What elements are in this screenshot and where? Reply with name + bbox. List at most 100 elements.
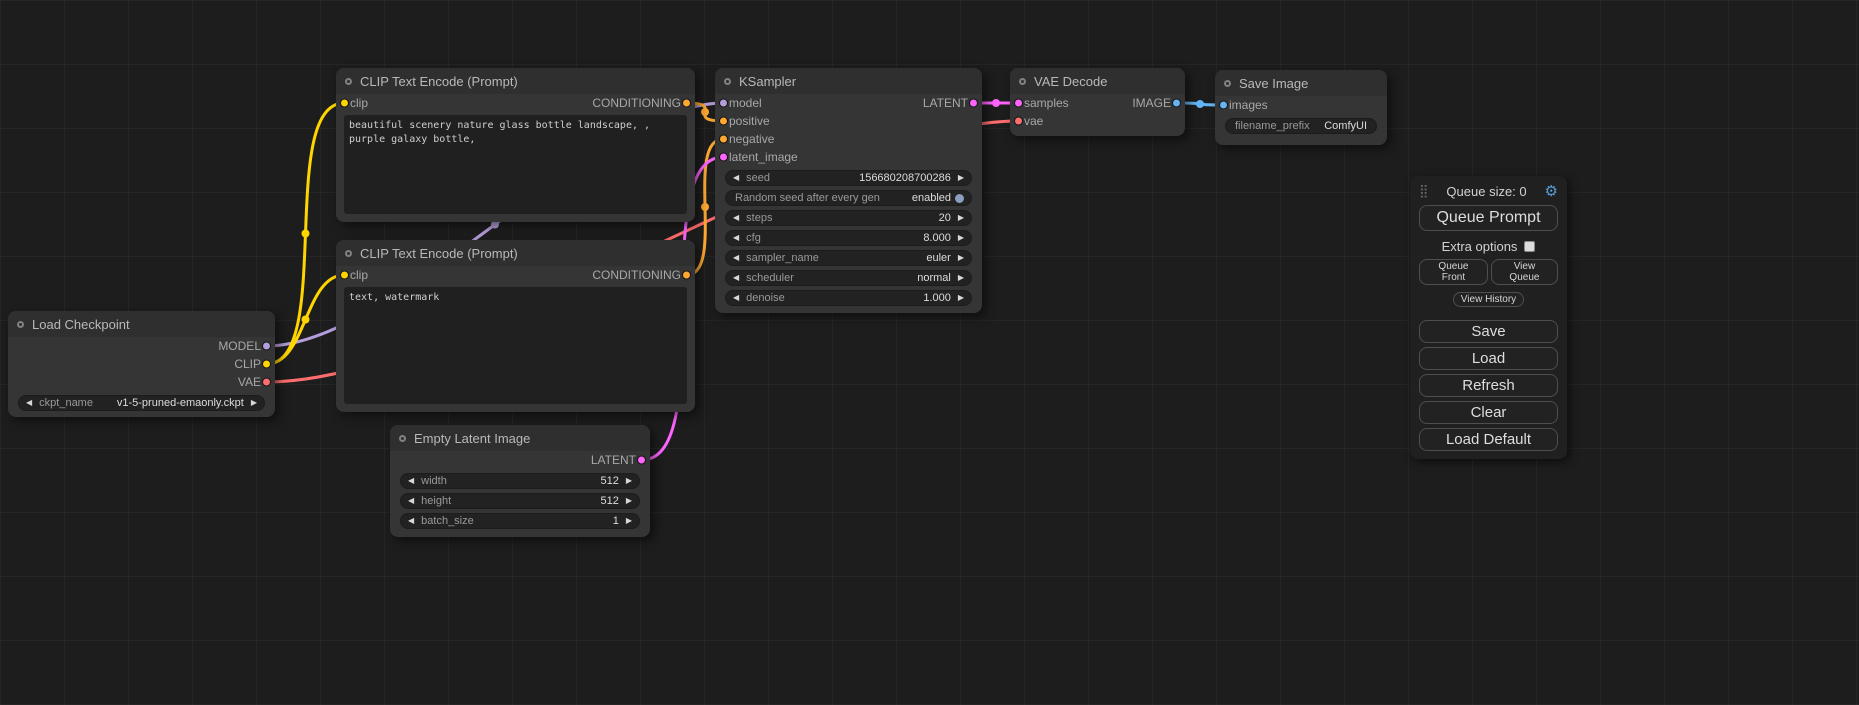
widget-sampler-name[interactable]: sampler_name euler	[725, 250, 972, 266]
widget-width[interactable]: width 512	[400, 473, 640, 489]
node-load-checkpoint[interactable]: Load Checkpoint MODEL CLIP VAE ckpt_name…	[8, 311, 275, 417]
slot-row: images	[1215, 96, 1387, 114]
input-label-negative: negative	[729, 132, 774, 146]
node-vae-decode[interactable]: VAE Decode samples IMAGE vae	[1010, 68, 1185, 136]
port-conditioning-output[interactable]	[682, 99, 691, 108]
increment-arrow-icon[interactable]	[626, 477, 632, 485]
collapse-dot-icon[interactable]	[1224, 80, 1231, 87]
clear-button[interactable]: Clear	[1419, 401, 1558, 424]
widget-label: height	[421, 495, 451, 507]
widget-filename-prefix[interactable]: filename_prefix ComfyUI	[1225, 118, 1377, 134]
port-vae-output[interactable]	[262, 378, 271, 387]
widget-height[interactable]: height 512	[400, 493, 640, 509]
drag-handle-icon[interactable]: ⣿	[1419, 184, 1429, 199]
node-ksampler[interactable]: KSampler model LATENT positive negative …	[715, 68, 982, 313]
node-title-bar[interactable]: CLIP Text Encode (Prompt)	[336, 240, 695, 266]
load-default-button[interactable]: Load Default	[1419, 428, 1558, 451]
widget-random-seed-toggle[interactable]: Random seed after every gen enabled	[725, 190, 972, 206]
node-title: Empty Latent Image	[414, 431, 530, 446]
widget-batch-size[interactable]: batch_size 1	[400, 513, 640, 529]
port-latent-input[interactable]	[719, 153, 728, 162]
prompt-textarea[interactable]: text, watermark	[344, 287, 687, 404]
widget-value: v1-5-pruned-emaonly.ckpt	[117, 397, 244, 409]
decrement-arrow-icon[interactable]	[733, 174, 739, 182]
slot-row: CLIP	[8, 355, 275, 373]
node-title-bar[interactable]: Load Checkpoint	[8, 311, 275, 337]
decrement-arrow-icon[interactable]	[26, 399, 32, 407]
increment-arrow-icon[interactable]	[626, 497, 632, 505]
port-image-output[interactable]	[1172, 99, 1181, 108]
save-button[interactable]: Save	[1419, 320, 1558, 343]
refresh-button[interactable]: Refresh	[1419, 374, 1558, 397]
widget-scheduler[interactable]: scheduler normal	[725, 270, 972, 286]
node-empty-latent-image[interactable]: Empty Latent Image LATENT width 512 heig…	[390, 425, 650, 537]
node-clip-text-encode-positive[interactable]: CLIP Text Encode (Prompt) clip CONDITION…	[336, 68, 695, 222]
increment-arrow-icon[interactable]	[958, 254, 964, 262]
queue-front-button[interactable]: Queue Front	[1419, 259, 1488, 285]
increment-arrow-icon[interactable]	[958, 274, 964, 282]
decrement-arrow-icon[interactable]	[733, 254, 739, 262]
node-clip-text-encode-negative[interactable]: CLIP Text Encode (Prompt) clip CONDITION…	[336, 240, 695, 412]
decrement-arrow-icon[interactable]	[408, 477, 414, 485]
output-label-latent: LATENT	[923, 96, 968, 110]
decrement-arrow-icon[interactable]	[408, 517, 414, 525]
collapse-dot-icon[interactable]	[17, 321, 24, 328]
node-title-bar[interactable]: Save Image	[1215, 70, 1387, 96]
node-save-image[interactable]: Save Image images filename_prefix ComfyU…	[1215, 70, 1387, 145]
port-clip-output[interactable]	[262, 360, 271, 369]
output-label-latent: LATENT	[591, 453, 636, 467]
port-conditioning-output[interactable]	[682, 271, 691, 280]
decrement-arrow-icon[interactable]	[733, 234, 739, 242]
widget-ckpt-name[interactable]: ckpt_name v1-5-pruned-emaonly.ckpt	[18, 395, 265, 411]
decrement-arrow-icon[interactable]	[733, 294, 739, 302]
widget-seed[interactable]: seed 156680208700286	[725, 170, 972, 186]
load-button[interactable]: Load	[1419, 347, 1558, 370]
node-title-bar[interactable]: VAE Decode	[1010, 68, 1185, 94]
collapse-dot-icon[interactable]	[345, 250, 352, 257]
port-latent-output[interactable]	[637, 456, 646, 465]
increment-arrow-icon[interactable]	[958, 294, 964, 302]
collapse-dot-icon[interactable]	[345, 78, 352, 85]
node-title-bar[interactable]: CLIP Text Encode (Prompt)	[336, 68, 695, 94]
collapse-dot-icon[interactable]	[1019, 78, 1026, 85]
collapse-dot-icon[interactable]	[399, 435, 406, 442]
input-label-clip: clip	[350, 96, 368, 110]
extra-options-checkbox[interactable]	[1524, 241, 1535, 252]
prompt-textarea[interactable]: beautiful scenery nature glass bottle la…	[344, 115, 687, 214]
widget-label: filename_prefix	[1235, 120, 1310, 132]
increment-arrow-icon[interactable]	[958, 174, 964, 182]
widget-steps[interactable]: steps 20	[725, 210, 972, 226]
port-latent-output[interactable]	[969, 99, 978, 108]
widget-value: 512	[600, 475, 618, 487]
link-wire-clip	[267, 103, 345, 364]
node-graph-canvas[interactable]: Load Checkpoint MODEL CLIP VAE ckpt_name…	[0, 0, 1859, 705]
port-clip-input[interactable]	[340, 99, 349, 108]
decrement-arrow-icon[interactable]	[408, 497, 414, 505]
node-title: VAE Decode	[1034, 74, 1107, 89]
port-positive-input[interactable]	[719, 117, 728, 126]
input-label-clip: clip	[350, 268, 368, 282]
collapse-dot-icon[interactable]	[724, 78, 731, 85]
port-images-input[interactable]	[1219, 101, 1228, 110]
view-history-button[interactable]: View History	[1453, 292, 1524, 307]
widget-denoise[interactable]: denoise 1.000	[725, 290, 972, 306]
increment-arrow-icon[interactable]	[958, 234, 964, 242]
node-title-bar[interactable]: Empty Latent Image	[390, 425, 650, 451]
increment-arrow-icon[interactable]	[626, 517, 632, 525]
port-model-output[interactable]	[262, 342, 271, 351]
decrement-arrow-icon[interactable]	[733, 214, 739, 222]
increment-arrow-icon[interactable]	[251, 399, 257, 407]
port-model-input[interactable]	[719, 99, 728, 108]
menu-header: ⣿ Queue size: 0 ⚙	[1419, 181, 1558, 201]
decrement-arrow-icon[interactable]	[733, 274, 739, 282]
port-samples-input[interactable]	[1014, 99, 1023, 108]
widget-cfg[interactable]: cfg 8.000	[725, 230, 972, 246]
port-clip-input[interactable]	[340, 271, 349, 280]
gear-icon[interactable]: ⚙	[1545, 182, 1558, 200]
port-negative-input[interactable]	[719, 135, 728, 144]
increment-arrow-icon[interactable]	[958, 214, 964, 222]
node-title-bar[interactable]: KSampler	[715, 68, 982, 94]
view-queue-button[interactable]: View Queue	[1491, 259, 1558, 285]
queue-prompt-button[interactable]: Queue Prompt	[1419, 205, 1558, 231]
port-vae-input[interactable]	[1014, 117, 1023, 126]
